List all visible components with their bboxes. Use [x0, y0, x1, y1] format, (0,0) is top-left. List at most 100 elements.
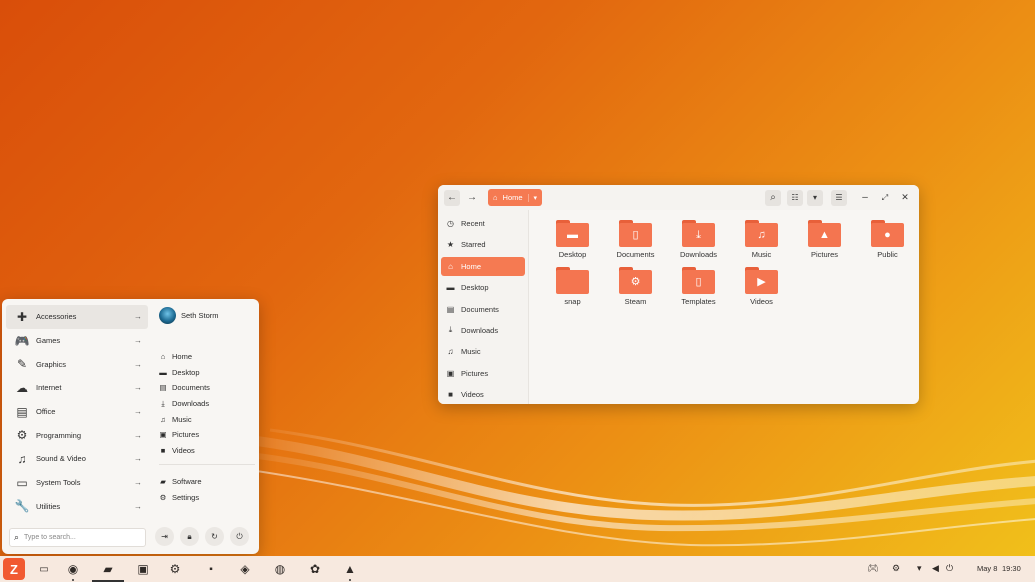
- file-item[interactable]: ▲ Pictures: [793, 220, 856, 259]
- document-icon: ▤: [16, 404, 28, 419]
- firefox-button[interactable]: ◉: [63, 560, 83, 581]
- sidebar-item-recent[interactable]: ◷ Recent: [441, 214, 525, 233]
- sidebar-item-home[interactable]: ⌂ Home: [441, 256, 525, 276]
- sidebar-item-videos[interactable]: ■ Videos: [441, 385, 525, 404]
- sidebar-item-pictures[interactable]: ▣ Pictures: [441, 364, 525, 383]
- monitor-icon: ▭: [16, 475, 28, 490]
- place-label: Pictures: [172, 430, 200, 440]
- place-downloads[interactable]: ⤓ Downloads: [157, 396, 255, 412]
- place-software[interactable]: ▰ Software: [157, 474, 255, 490]
- file-item[interactable]: ▯ Documents: [604, 220, 667, 259]
- cloud-icon: ☁: [16, 380, 28, 395]
- search-field[interactable]: ⌕ Type to search...: [9, 528, 146, 547]
- file-item[interactable]: snap: [541, 267, 604, 306]
- chevron-down-icon: ▾: [812, 193, 817, 202]
- clock-date[interactable]: May 8: [977, 564, 997, 573]
- restart-button[interactable]: ↻: [205, 527, 224, 546]
- spotify-button[interactable]: ◍: [270, 560, 290, 578]
- category-system-tools[interactable]: ▭ System Tools →: [6, 471, 148, 495]
- category-label: Internet: [36, 383, 62, 393]
- sidebar-item-desktop[interactable]: ▬ Desktop: [441, 278, 525, 297]
- sidebar-item-music[interactable]: ♫ Music: [441, 342, 525, 361]
- home-icon: ⌂: [448, 261, 453, 271]
- document-icon: ▤: [446, 304, 455, 314]
- path-bar-home-button[interactable]: ⌂ Home ▾: [488, 189, 543, 206]
- pictures-folder-icon: ▲: [808, 220, 841, 247]
- file-item[interactable]: ♫ Music: [730, 220, 793, 259]
- file-name: Videos: [750, 297, 773, 306]
- search-button[interactable]: ⌕: [765, 189, 781, 206]
- view-options-button[interactable]: ▾: [807, 189, 823, 206]
- wifi-icon[interactable]: ▾: [917, 563, 922, 574]
- place-documents[interactable]: ▤ Documents: [157, 380, 255, 396]
- sidebar-item-label: Downloads: [461, 325, 499, 335]
- public-folder-icon: ●: [871, 220, 904, 247]
- minimize-button[interactable]: –: [857, 190, 873, 206]
- place-settings[interactable]: ⚙ Settings: [157, 490, 255, 506]
- place-videos[interactable]: ■ Videos: [157, 443, 255, 459]
- workspace-switcher-button[interactable]: ▭: [34, 560, 54, 578]
- star-icon: ★: [446, 240, 455, 250]
- terminal-button[interactable]: ▪: [201, 560, 221, 578]
- power-button[interactable]: ⏻: [230, 527, 249, 546]
- sidebar-item-label: Documents: [461, 304, 499, 314]
- place-label: Downloads: [172, 399, 210, 409]
- file-name: Templates: [681, 297, 716, 306]
- file-name: Desktop: [558, 250, 587, 259]
- back-button[interactable]: ←: [444, 189, 460, 206]
- inkscape-button[interactable]: ▲: [340, 560, 360, 581]
- firefox-icon: ◉: [67, 562, 79, 576]
- category-sound-video[interactable]: ♫ Sound & Video →: [6, 447, 148, 471]
- place-home[interactable]: ⌂ Home: [157, 349, 255, 365]
- user-profile[interactable]: Seth Storm: [159, 307, 219, 324]
- view-mode-button[interactable]: ☷: [787, 189, 803, 206]
- category-graphics[interactable]: ✎ Graphics →: [6, 352, 148, 376]
- category-office[interactable]: ▤ Office →: [6, 400, 148, 424]
- place-music[interactable]: ♫ Music: [157, 411, 255, 427]
- power-tray-icon[interactable]: ⏻: [946, 563, 953, 574]
- workspace-icon: ▭: [39, 563, 49, 575]
- clock-time[interactable]: 19:30: [1002, 564, 1021, 573]
- user-name: Seth Storm: [181, 311, 219, 320]
- category-utilities[interactable]: 🔧 Utilities →: [6, 495, 148, 519]
- file-item[interactable]: ▯ Templates: [667, 267, 730, 306]
- file-item[interactable]: ⤓ Downloads: [667, 220, 730, 259]
- category-label: Utilities: [36, 501, 61, 511]
- nvidia-settings-button[interactable]: ◈: [235, 560, 255, 578]
- paint-button[interactable]: ✿: [305, 560, 325, 578]
- sidebar-item-documents[interactable]: ▤ Documents: [441, 300, 525, 319]
- home-icon: ⌂: [493, 193, 498, 202]
- taskbar: Z ▭ ◉ ▰ ▣ ⚙ ▪ ◈ ◍ ✿ ▲ 🎮︎ ⚙ ▾ ◀ ⏻ May 8 1…: [0, 556, 1035, 582]
- category-games[interactable]: 🎮 Games →: [6, 329, 148, 353]
- file-item[interactable]: ▶ Videos: [730, 267, 793, 306]
- file-item[interactable]: ▬ Desktop: [541, 220, 604, 259]
- sidebar-item-downloads[interactable]: ⤓ Downloads: [441, 321, 525, 340]
- file-item[interactable]: ● Public: [856, 220, 919, 259]
- maximize-button[interactable]: ⤢: [877, 190, 893, 206]
- steam-tray-icon[interactable]: ⚙: [892, 563, 900, 574]
- place-label: Settings: [172, 492, 200, 502]
- zorin-menu-button[interactable]: Z: [3, 558, 25, 580]
- gamepad-icon[interactable]: 🎮︎: [867, 563, 878, 574]
- category-programming[interactable]: ⚙ Programming →: [6, 423, 148, 447]
- logout-button[interactable]: ⇥: [155, 527, 174, 546]
- file-item[interactable]: ⚙ Steam: [604, 267, 667, 306]
- chevron-down-icon[interactable]: ▾: [527, 193, 537, 202]
- arrow-right-icon: →: [134, 312, 142, 322]
- close-button[interactable]: ✕: [897, 190, 913, 206]
- place-pictures[interactable]: ▣ Pictures: [157, 427, 255, 443]
- files-button[interactable]: ▰: [92, 560, 124, 582]
- file-manager-window: ← → ⌂ Home ▾ ⌕ ☷ ▾ ☰ – ⤢ ✕ ◷ Recent ★ Starr…: [438, 185, 919, 404]
- category-accessories[interactable]: ✚ Accessories →: [6, 305, 148, 329]
- place-desktop[interactable]: ▬ Desktop: [157, 365, 255, 381]
- sidebar-item-starred[interactable]: ★ Starred: [441, 235, 525, 254]
- software-button[interactable]: ▣: [133, 560, 153, 578]
- volume-icon[interactable]: ◀: [932, 563, 939, 574]
- steam-button[interactable]: ⚙: [165, 560, 185, 578]
- forward-button[interactable]: →: [464, 190, 480, 206]
- category-internet[interactable]: ☁ Internet →: [6, 376, 148, 400]
- lock-button[interactable]: 🔒︎: [180, 527, 199, 546]
- places-list: ⌂ Home ▬ Desktop ▤ Documents ⤓ Downloads ♫ Music ▣…: [157, 349, 255, 458]
- main-menu-button[interactable]: ☰: [831, 189, 847, 206]
- category-label: Games: [36, 336, 61, 346]
